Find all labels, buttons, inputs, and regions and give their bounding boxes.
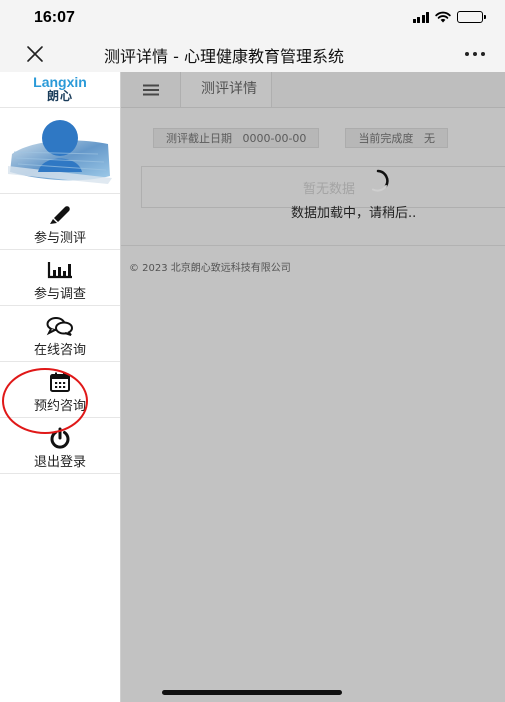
- status-icons: [412, 11, 486, 23]
- logo: Langxin 朗心: [0, 72, 120, 108]
- nav-item-online-consult[interactable]: 在线咨询: [0, 306, 120, 362]
- logo-text-en: Langxin: [33, 74, 87, 90]
- progress-label: 当前完成度: [358, 132, 414, 145]
- deadline-label: 测评截止日期: [166, 132, 232, 145]
- tab-assessment-detail[interactable]: 测评详情: [181, 72, 272, 107]
- info-row: 测评截止日期 0000-00-00 当前完成度 无: [153, 128, 448, 148]
- power-icon: [50, 427, 70, 449]
- menu-toggle-icon[interactable]: [121, 72, 181, 107]
- nav-item-label: 在线咨询: [33, 343, 86, 358]
- page-title: 测评详情 - 心理健康教育管理系统: [104, 47, 344, 66]
- bar-chart-icon: [47, 262, 72, 279]
- nav-item-label: 参与调查: [33, 287, 86, 302]
- calendar-icon: [50, 372, 70, 392]
- empty-data-text: 暂无数据: [303, 182, 356, 197]
- cellular-signal-icon: [412, 11, 429, 23]
- loading-text: 数据加载中，请稍后..: [291, 206, 417, 221]
- more-options-icon[interactable]: [465, 52, 485, 56]
- deadline-chip: 测评截止日期 0000-00-00: [153, 128, 320, 148]
- battery-icon: [457, 11, 486, 23]
- status-bar: 16:07: [0, 0, 505, 36]
- tab-bar: 测评详情: [121, 72, 505, 108]
- deadline-value: 0000-00-00: [242, 132, 307, 145]
- chat-bubbles-icon: [46, 317, 73, 336]
- divider: [121, 245, 505, 246]
- nav-item-label: 预约咨询: [33, 399, 86, 414]
- progress-value: 无: [423, 132, 435, 145]
- title-bar: 测评详情 - 心理健康教育管理系统: [0, 36, 505, 72]
- copyright-text: © 2023 北京朗心致远科技有限公司: [129, 263, 291, 274]
- close-icon[interactable]: [22, 41, 48, 67]
- logo-text-cn: 朗心: [46, 89, 73, 103]
- nav-item-label: 退出登录: [33, 455, 86, 470]
- nav-item-take-survey[interactable]: 参与调查: [0, 250, 120, 306]
- progress-chip: 当前完成度 无: [345, 128, 448, 148]
- nav-item-logout[interactable]: 退出登录: [0, 418, 120, 474]
- sidebar: Langxin 朗心 参与测评 参与调查 在线咨询 预约咨询 退出登录: [0, 72, 121, 702]
- nav-item-label: 参与测评: [33, 231, 86, 246]
- loading-spinner-icon: [372, 169, 389, 192]
- avatar-container: [0, 108, 120, 194]
- wifi-icon: [435, 11, 451, 23]
- status-time: 16:07: [34, 9, 75, 26]
- avatar[interactable]: [8, 114, 112, 190]
- nav-item-take-assessment[interactable]: 参与测评: [0, 194, 120, 250]
- pen-icon: [50, 206, 70, 224]
- nav-item-book-consult[interactable]: 预约咨询: [0, 362, 120, 418]
- main-content: 测评详情 测评截止日期 0000-00-00 当前完成度 无 暂无数据 数据加载…: [121, 72, 505, 702]
- home-indicator[interactable]: [162, 690, 342, 695]
